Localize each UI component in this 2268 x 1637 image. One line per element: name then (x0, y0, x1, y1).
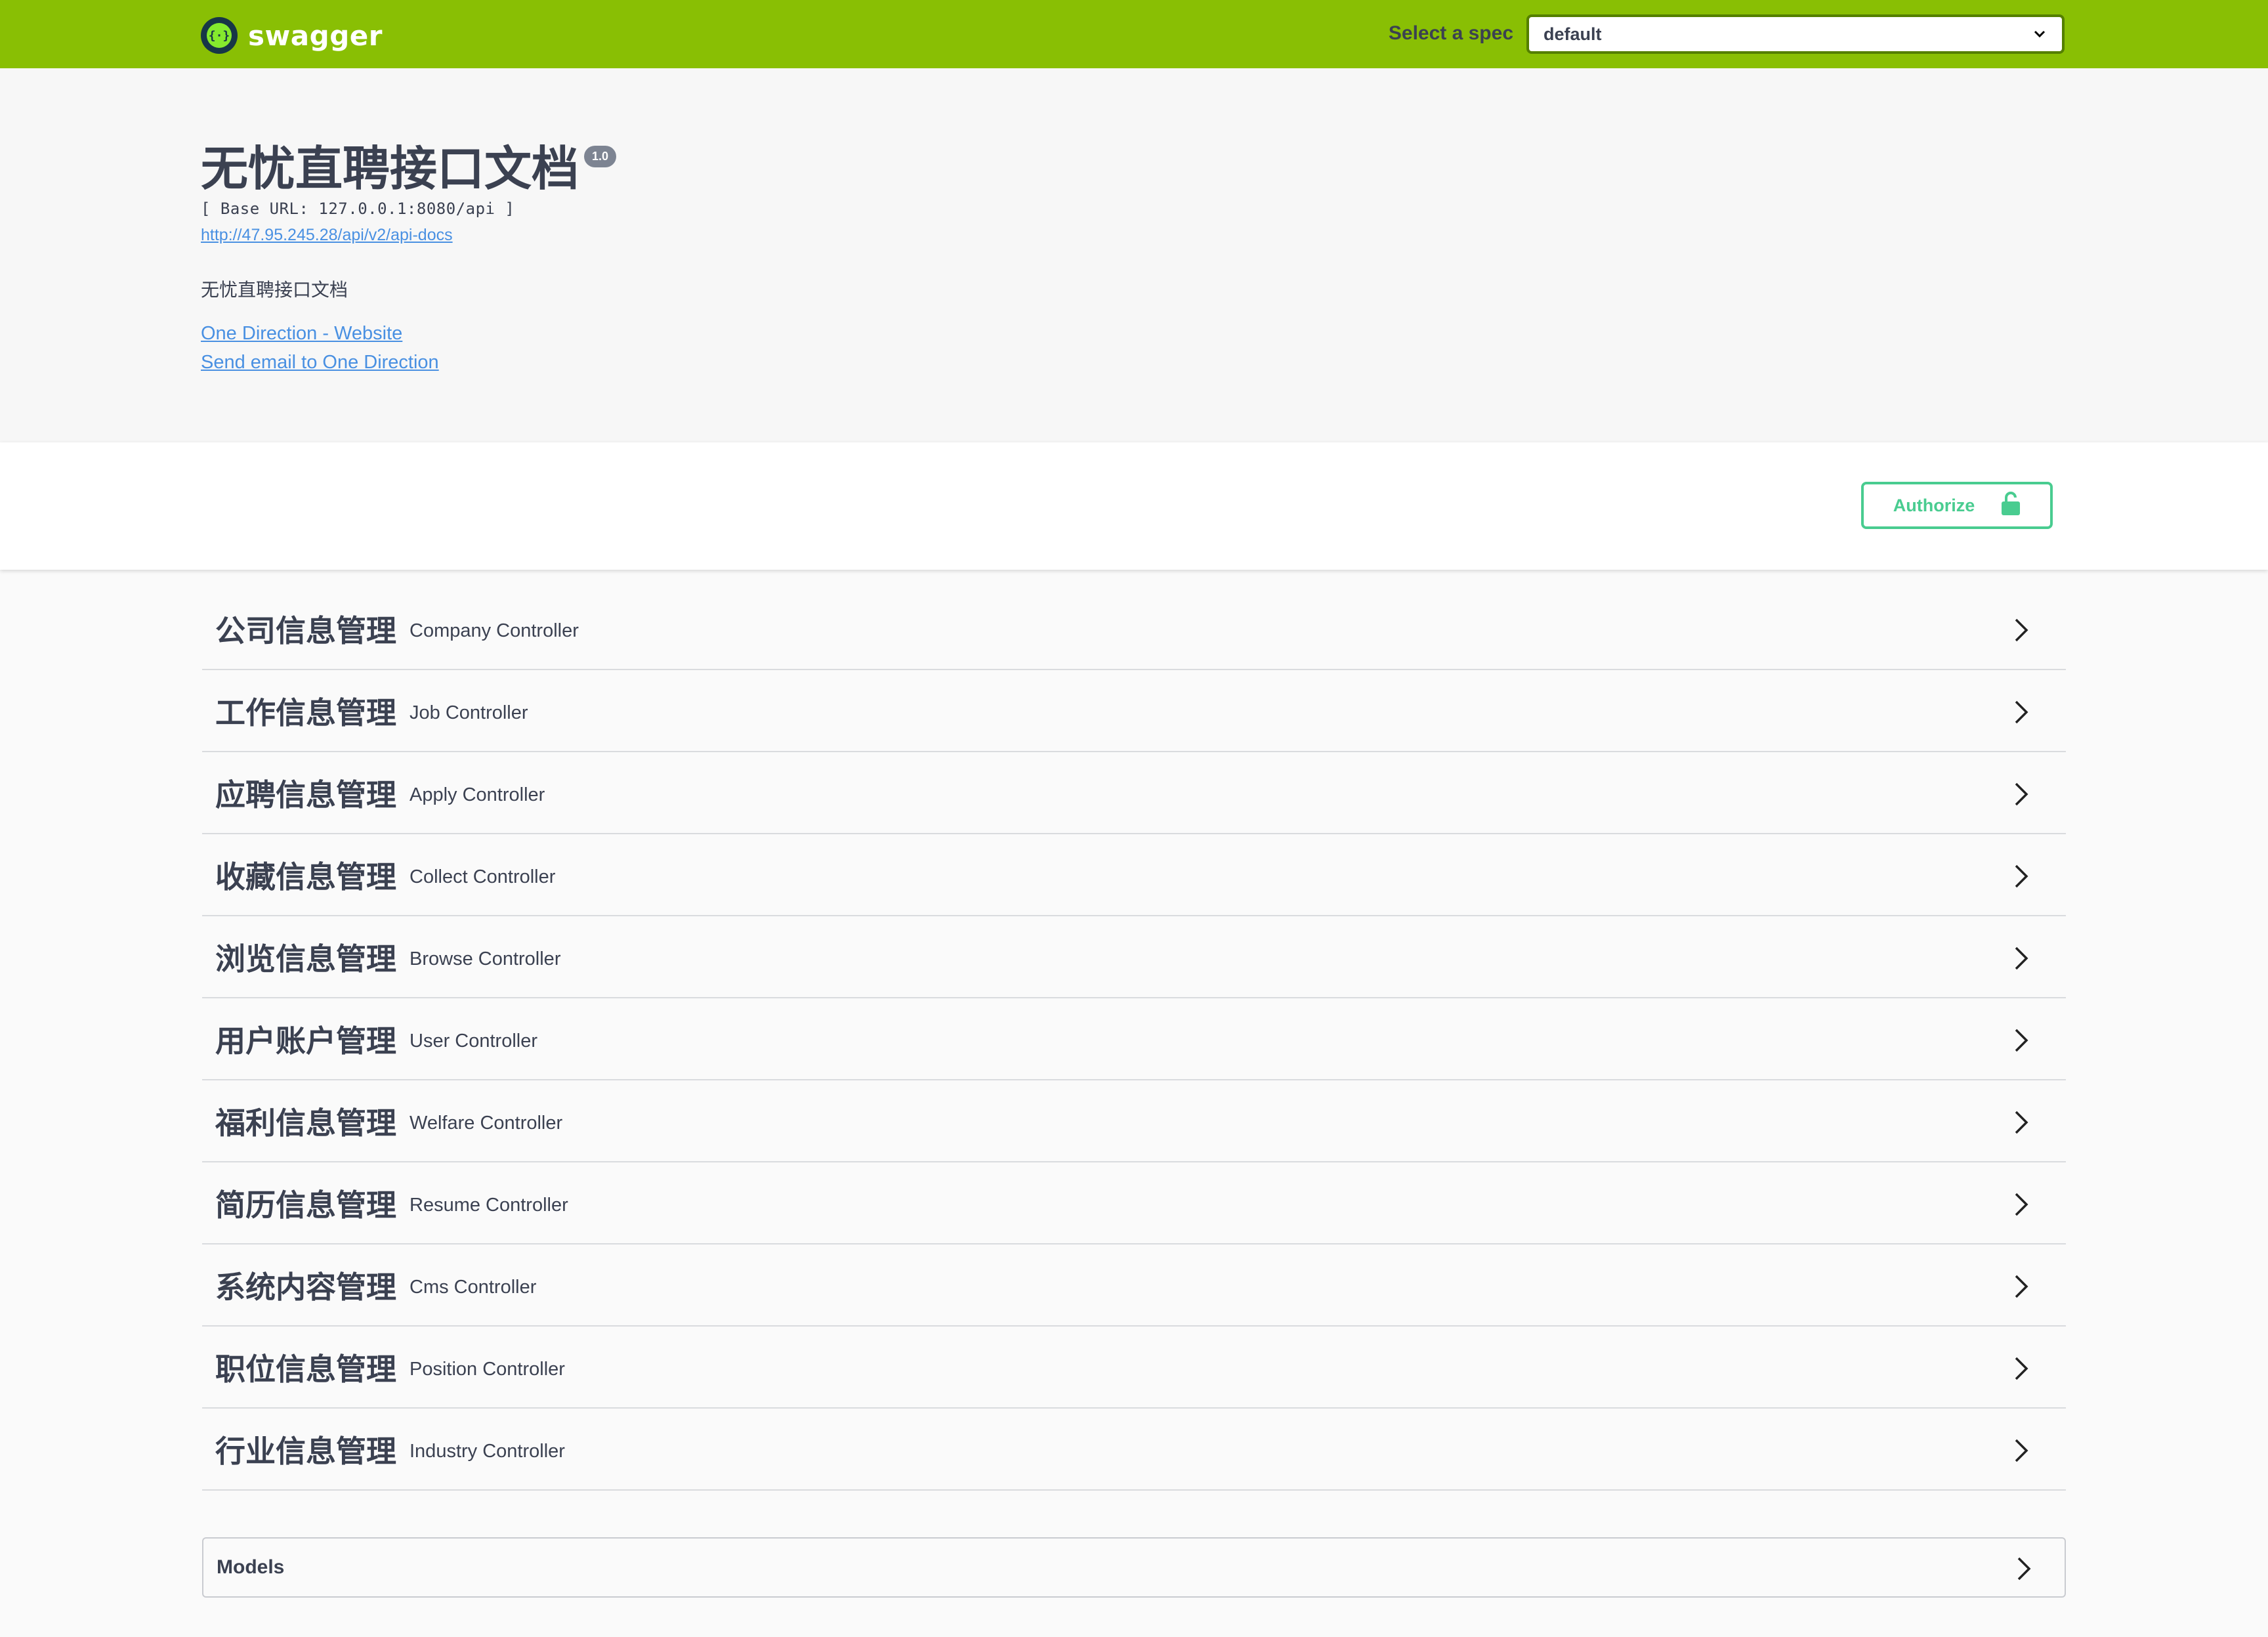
base-url: [ Base URL: 127.0.0.1:8080/api ] (201, 200, 515, 218)
tag-title: 浏览信息管理 (215, 941, 396, 977)
logo-text: swagger (248, 19, 383, 52)
chevron-right-icon[interactable] (2013, 699, 2029, 725)
chevron-right-icon[interactable] (2013, 1355, 2029, 1382)
tag-description: Industry Controller (410, 1441, 565, 1462)
contact-website-link[interactable]: One Direction - Website (201, 323, 402, 345)
title-wrap: 无忧直聘接口文档 1.0 (201, 139, 617, 198)
tag-section-browse[interactable]: 浏览信息管理 Browse Controller (202, 916, 2066, 998)
tag-section-apply[interactable]: 应聘信息管理 Apply Controller (202, 752, 2066, 834)
authorize-button[interactable]: Authorize (1861, 482, 2053, 529)
scheme-container: Authorize (0, 442, 2268, 570)
tag-section-company[interactable]: 公司信息管理 Company Controller (202, 588, 2066, 670)
tag-description: Apply Controller (410, 784, 545, 805)
chevron-right-icon[interactable] (2016, 1556, 2032, 1582)
tag-section-resume[interactable]: 简历信息管理 Resume Controller (202, 1162, 2066, 1244)
tag-title: 用户账户管理 (215, 1023, 396, 1059)
chevron-right-icon[interactable] (2013, 1109, 2029, 1136)
tag-description: Position Controller (410, 1359, 565, 1380)
swagger-logo[interactable]: {·} swagger (201, 17, 383, 54)
tag-title: 系统内容管理 (215, 1269, 396, 1305)
version-badge: 1.0 (584, 146, 617, 167)
tag-section-position[interactable]: 职位信息管理 Position Controller (202, 1327, 2066, 1409)
tag-description: Job Controller (410, 702, 528, 723)
tag-title: 简历信息管理 (215, 1187, 396, 1223)
tag-title: 职位信息管理 (215, 1351, 396, 1387)
chevron-down-icon (2034, 30, 2046, 38)
page-title: 无忧直聘接口文档 (201, 141, 579, 196)
chevron-right-icon[interactable] (2013, 945, 2029, 971)
tag-title: 福利信息管理 (215, 1105, 396, 1141)
api-description: 无忧直聘接口文档 (201, 279, 348, 301)
tag-description: Company Controller (410, 620, 579, 641)
tag-section-user[interactable]: 用户账户管理 User Controller (202, 998, 2066, 1080)
chevron-right-icon[interactable] (2013, 1437, 2029, 1464)
tag-description: Browse Controller (410, 948, 561, 969)
spec-select[interactable]: default (1526, 14, 2065, 54)
tag-section-cms[interactable]: 系统内容管理 Cms Controller (202, 1244, 2066, 1327)
chevron-right-icon[interactable] (2013, 617, 2029, 643)
tag-description: Collect Controller (410, 866, 556, 887)
swagger-braces-icon: {·} (201, 17, 238, 54)
tag-description: Cms Controller (410, 1277, 537, 1298)
contact-email-link[interactable]: Send email to One Direction (201, 352, 439, 373)
tag-description: Resume Controller (410, 1195, 568, 1216)
tag-title: 工作信息管理 (215, 694, 396, 731)
chevron-right-icon[interactable] (2013, 781, 2029, 807)
tag-section-industry[interactable]: 行业信息管理 Industry Controller (202, 1409, 2066, 1491)
chevron-right-icon[interactable] (2013, 863, 2029, 889)
unlocked-lock-icon (2001, 491, 2021, 521)
spec-label: Select a spec (1388, 22, 1513, 44)
authorize-label: Authorize (1893, 495, 1975, 515)
spec-url-link[interactable]: http://47.95.245.28/api/v2/api-docs (201, 226, 453, 245)
tag-description: Welfare Controller (410, 1113, 563, 1134)
info-section: 无忧直聘接口文档 1.0 [ Base URL: 127.0.0.1:8080/… (0, 68, 2268, 442)
tag-title: 行业信息管理 (215, 1433, 396, 1469)
tag-section-welfare[interactable]: 福利信息管理 Welfare Controller (202, 1080, 2066, 1162)
tag-title: 收藏信息管理 (215, 859, 396, 895)
tag-section-job[interactable]: 工作信息管理 Job Controller (202, 670, 2066, 752)
tag-description: User Controller (410, 1031, 537, 1052)
chevron-right-icon[interactable] (2013, 1191, 2029, 1218)
tag-title: 公司信息管理 (215, 612, 396, 648)
spec-select-value: default (1544, 24, 1602, 44)
models-title: Models (217, 1556, 285, 1578)
tag-title: 应聘信息管理 (215, 776, 396, 813)
models-section[interactable]: Models (202, 1537, 2066, 1598)
chevron-right-icon[interactable] (2013, 1027, 2029, 1053)
tag-list: 公司信息管理 Company Controller 工作信息管理 Job Con… (202, 588, 2066, 1491)
topbar: {·} swagger Select a spec default (0, 0, 2268, 68)
tag-section-collect[interactable]: 收藏信息管理 Collect Controller (202, 834, 2066, 916)
svg-text:{·}: {·} (209, 29, 230, 43)
chevron-right-icon[interactable] (2013, 1273, 2029, 1300)
